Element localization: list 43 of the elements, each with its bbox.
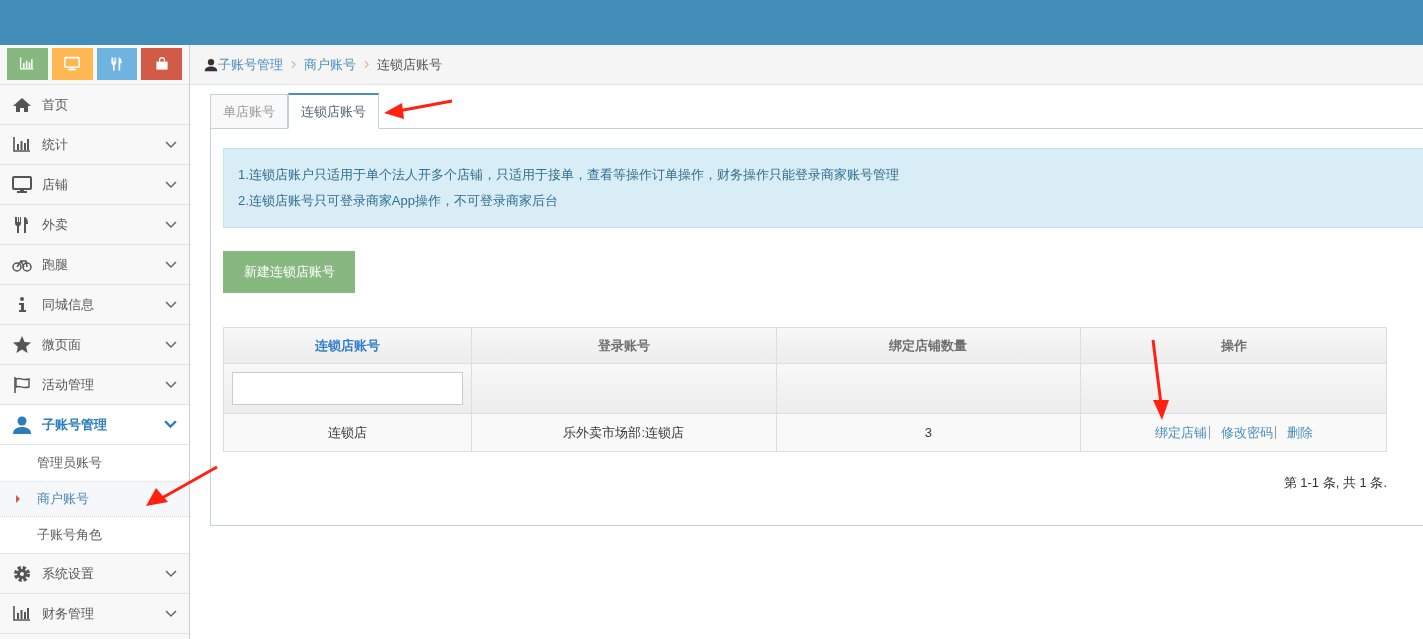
flag-icon [12,374,32,395]
breadcrumb-current: 连锁店账号 [377,55,442,74]
fork-knife-icon [108,56,125,72]
column-header: 操作 [1080,327,1387,364]
table-cell: 连锁店 [223,413,472,452]
notice-line: 2.连锁店账号只可登录商家App操作，不可登录商家后台 [238,191,559,210]
notice-line: 1.连锁店账户只适用于单个法人开多个店铺，只适用于接单，查看等操作订单操作，财务操作只能登录商家账号管理 [238,166,900,184]
table-cell: 乐外卖市场部:连锁店 [471,413,777,452]
shortcut-button[interactable] [141,48,182,80]
user-icon [12,414,32,435]
annotation-arrow [146,465,218,506]
bar-chart-icon [12,603,32,624]
chevron-right-icon [364,60,369,69]
column-header: 绑定店铺数量 [776,327,1081,364]
sortable-column-header[interactable]: 连锁店账号 [223,327,472,364]
tab[interactable]: 连锁店账号 [288,93,379,129]
monitor-icon [64,56,81,72]
star-icon [12,334,32,355]
monitor-icon [12,174,32,195]
bar-chart-icon [12,134,32,155]
annotation-arrow [384,99,453,119]
sidebar-item[interactable]: 子账号管理 [0,405,189,445]
action-divider [1274,426,1276,439]
action-link[interactable]: 绑定店铺 [1154,422,1207,443]
bar-chart-icon [19,56,36,72]
submenu-item[interactable]: 管理员账号 [0,445,189,481]
shopping-bag-icon [153,56,170,72]
submenu-item[interactable]: 子账号角色 [0,517,189,553]
shortcut-button[interactable] [96,48,138,80]
shortcut-button[interactable] [51,48,93,80]
shortcut-button[interactable] [7,48,48,80]
chevron-right-icon [291,60,296,69]
submenu-item[interactable]: 商户账号 [0,481,189,517]
column-header: 登录账号 [471,327,777,364]
action-divider [1208,426,1210,439]
action-link[interactable]: 修改密码 [1220,422,1273,443]
user-icon [204,57,218,72]
action-link[interactable]: 删除 [1286,422,1313,443]
table-cell: 3 [776,413,1081,452]
settings-icon [12,563,32,584]
filter-input[interactable] [232,372,463,405]
pagination-summary: 第 1-1 条, 共 1 条. [1283,474,1387,492]
caret-right-icon [16,495,20,503]
